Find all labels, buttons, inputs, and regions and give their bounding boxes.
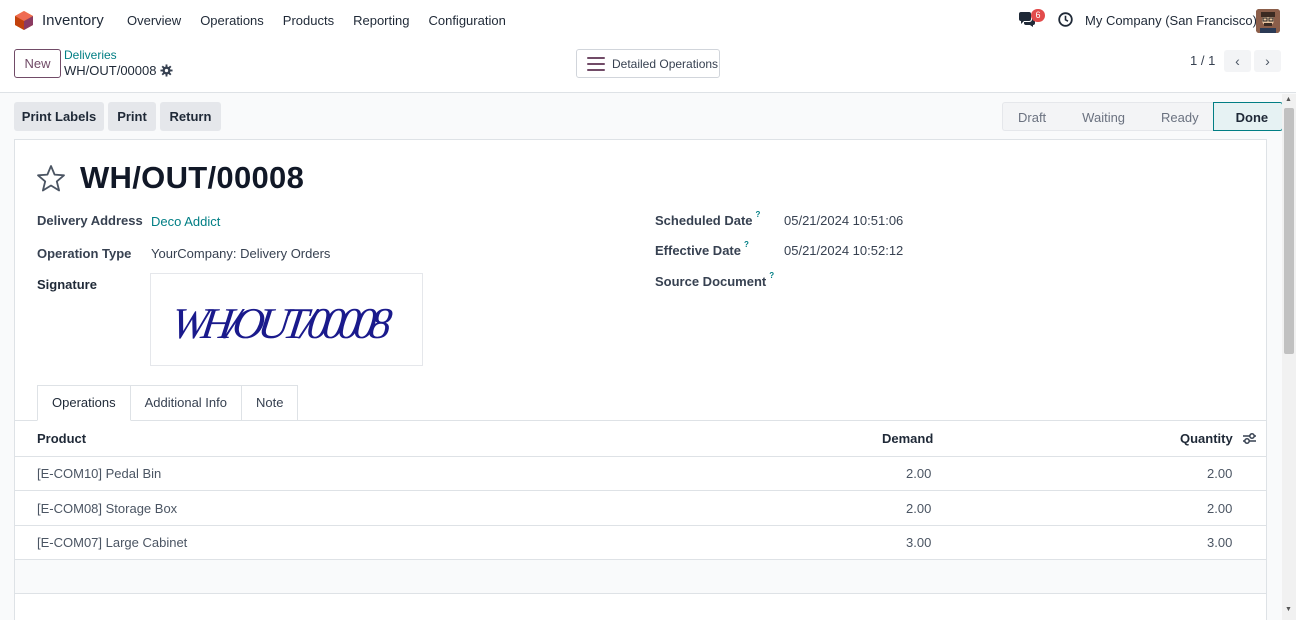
print-button[interactable]: Print: [108, 102, 156, 131]
empty-table-row: [15, 560, 1266, 593]
effective-date-label: Effective Date?: [655, 240, 749, 258]
detailed-operations-button[interactable]: Detailed Operations: [576, 49, 720, 78]
column-header-product[interactable]: Product: [37, 431, 86, 446]
signature-image: WH/OUT/00008: [150, 273, 423, 366]
scroll-up-arrow[interactable]: ▲: [1285, 96, 1292, 103]
menu-operations[interactable]: Operations: [200, 13, 264, 28]
row-divider: [15, 593, 1266, 594]
pager-previous-button[interactable]: ‹: [1224, 50, 1251, 72]
cell-product[interactable]: [E-COM10] Pedal Bin: [37, 466, 161, 481]
breadcrumb-current: WH/OUT/00008: [64, 63, 157, 78]
cell-demand[interactable]: 3.00: [906, 535, 931, 550]
scheduled-date-label: Scheduled Date?: [655, 210, 761, 228]
pager-value[interactable]: 1 / 1: [1190, 53, 1215, 68]
cell-quantity[interactable]: 2.00: [1207, 466, 1232, 481]
signature-label: Signature: [37, 277, 97, 292]
operation-type-value[interactable]: YourCompany: Delivery Orders: [151, 246, 330, 261]
star-icon[interactable]: [36, 164, 66, 192]
gear-icon[interactable]: [160, 64, 173, 77]
source-document-label: Source Document?: [655, 271, 775, 289]
top-navbar: Inventory Overview Operations Products R…: [0, 0, 1296, 41]
menu-products[interactable]: Products: [283, 13, 334, 28]
operation-type-label: Operation Type: [37, 246, 132, 261]
cell-quantity[interactable]: 2.00: [1207, 501, 1232, 516]
messages-badge: 6: [1031, 9, 1045, 22]
delivery-address-label: Delivery Address: [37, 213, 143, 228]
new-button[interactable]: New: [14, 49, 61, 78]
company-switcher[interactable]: My Company (San Francisco): [1085, 13, 1257, 28]
scroll-down-arrow[interactable]: ▼: [1285, 606, 1292, 613]
tab-operations[interactable]: Operations: [37, 385, 131, 421]
detailed-operations-label: Detailed Operations: [612, 56, 719, 71]
form-sheet: [14, 139, 1267, 620]
column-header-quantity[interactable]: Quantity: [1180, 431, 1233, 446]
app-name[interactable]: Inventory: [42, 12, 104, 29]
column-header-demand[interactable]: Demand: [882, 431, 933, 446]
inventory-app-icon[interactable]: [15, 11, 33, 30]
cell-product[interactable]: [E-COM08] Storage Box: [37, 501, 177, 516]
status-ready[interactable]: Ready: [1139, 102, 1213, 131]
tab-note[interactable]: Note: [242, 385, 299, 421]
cell-demand[interactable]: 2.00: [906, 466, 931, 481]
status-draft[interactable]: Draft: [1002, 102, 1061, 131]
print-labels-button[interactable]: Print Labels: [14, 102, 104, 131]
row-divider: [15, 525, 1266, 526]
cell-product[interactable]: [E-COM07] Large Cabinet: [37, 535, 187, 550]
main-menu: Overview Operations Products Reporting C…: [127, 13, 525, 28]
row-divider: [15, 490, 1266, 491]
effective-date-value: 05/21/2024 10:52:12: [784, 243, 904, 258]
cell-demand[interactable]: 2.00: [906, 501, 931, 516]
scheduled-date-value[interactable]: 05/21/2024 10:51:06: [784, 213, 903, 228]
signature-text: WH/OUT/00008: [173, 299, 395, 348]
scrollbar-thumb[interactable]: [1284, 108, 1294, 354]
tab-additional-info[interactable]: Additional Info: [130, 385, 242, 421]
activity-clock-icon[interactable]: [1058, 12, 1073, 27]
control-panel: New Deliveries WH/OUT/00008 Detailed Ope…: [0, 41, 1296, 93]
notebook-tabs: Operations Additional Info Note: [37, 385, 299, 421]
delivery-address-link[interactable]: Deco Addict: [151, 214, 220, 229]
list-icon: [587, 56, 605, 71]
cell-quantity[interactable]: 3.00: [1207, 535, 1232, 550]
pager-next-button[interactable]: ›: [1254, 50, 1281, 72]
user-avatar[interactable]: [1256, 9, 1280, 33]
optional-columns-icon[interactable]: [1242, 432, 1257, 445]
status-bar: Draft Waiting Ready Done: [1002, 102, 1284, 131]
menu-overview[interactable]: Overview: [127, 13, 181, 28]
record-title: WH/OUT/00008: [80, 160, 305, 195]
return-button[interactable]: Return: [160, 102, 221, 131]
row-divider: [15, 456, 1266, 457]
breadcrumb-deliveries[interactable]: Deliveries: [64, 48, 117, 62]
menu-configuration[interactable]: Configuration: [428, 13, 505, 28]
status-waiting[interactable]: Waiting: [1060, 102, 1140, 131]
status-done[interactable]: Done: [1212, 102, 1284, 131]
menu-reporting[interactable]: Reporting: [353, 13, 409, 28]
